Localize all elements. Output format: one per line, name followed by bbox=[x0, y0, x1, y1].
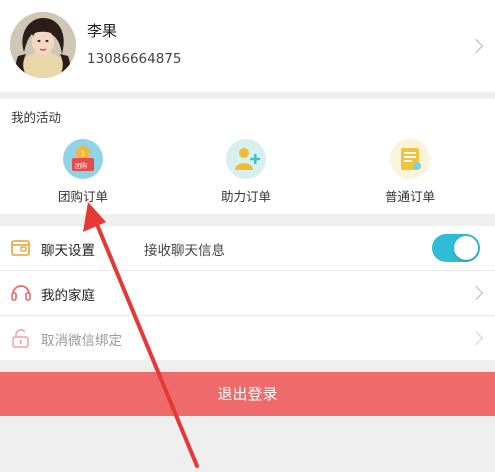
annotation-arrow-icon bbox=[83, 202, 199, 468]
